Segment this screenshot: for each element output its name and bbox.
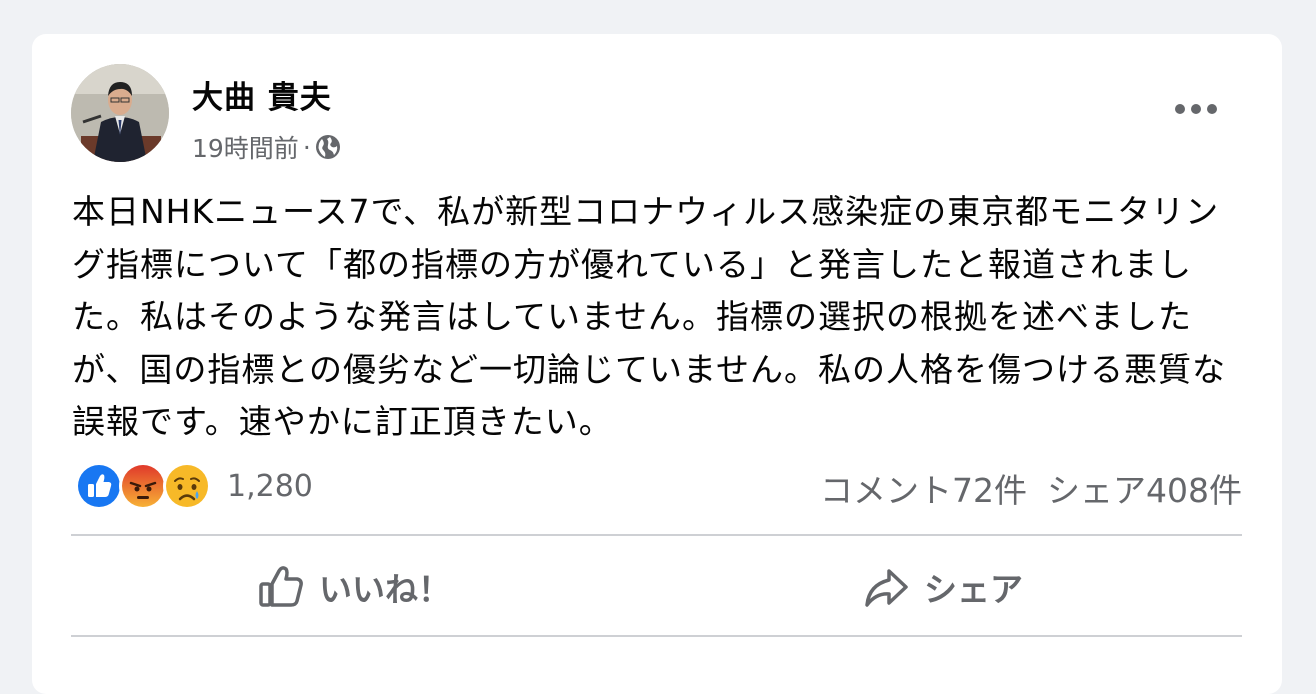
author-name[interactable]: 大曲 貴夫 <box>192 72 332 117</box>
like-label: いいね！ <box>319 570 451 609</box>
like-reaction-icon <box>75 462 123 510</box>
more-options-icon <box>1175 104 1217 114</box>
avatar[interactable] <box>71 64 169 162</box>
reactions-summary[interactable]: 1,280 <box>75 462 313 510</box>
engagement-stats: コメント72件 シェア408件 <box>820 464 1242 512</box>
reaction-count[interactable]: 1,280 <box>227 469 313 504</box>
post-card: 大曲 貴夫 19時間前 · 本日NHKニュース7で、私が新型コロナウィルス感染症… <box>32 34 1282 694</box>
divider <box>71 534 1242 536</box>
post-meta: 19時間前 · <box>192 129 341 165</box>
share-count[interactable]: シェア408件 <box>1047 464 1242 512</box>
post-text: 本日NHKニュース7で、私が新型コロナウィルス感染症の東京都モニタリング指標につ… <box>72 192 1227 441</box>
more-options-button[interactable] <box>1171 92 1221 126</box>
comment-count[interactable]: コメント72件 <box>820 464 1027 512</box>
timestamp[interactable]: 19時間前 <box>192 129 299 165</box>
thumbs-up-icon <box>259 566 303 607</box>
share-button[interactable]: シェア <box>862 564 1023 610</box>
share-arrow-icon <box>865 569 908 607</box>
sad-reaction-icon <box>163 462 211 510</box>
meta-separator: · <box>302 132 311 162</box>
divider <box>71 635 1242 637</box>
angry-reaction-icon <box>119 462 167 510</box>
profile-photo-icon <box>71 64 169 162</box>
like-button[interactable]: いいね！ <box>257 564 451 610</box>
share-label: シェア <box>924 570 1023 609</box>
globe-icon[interactable] <box>315 134 341 160</box>
